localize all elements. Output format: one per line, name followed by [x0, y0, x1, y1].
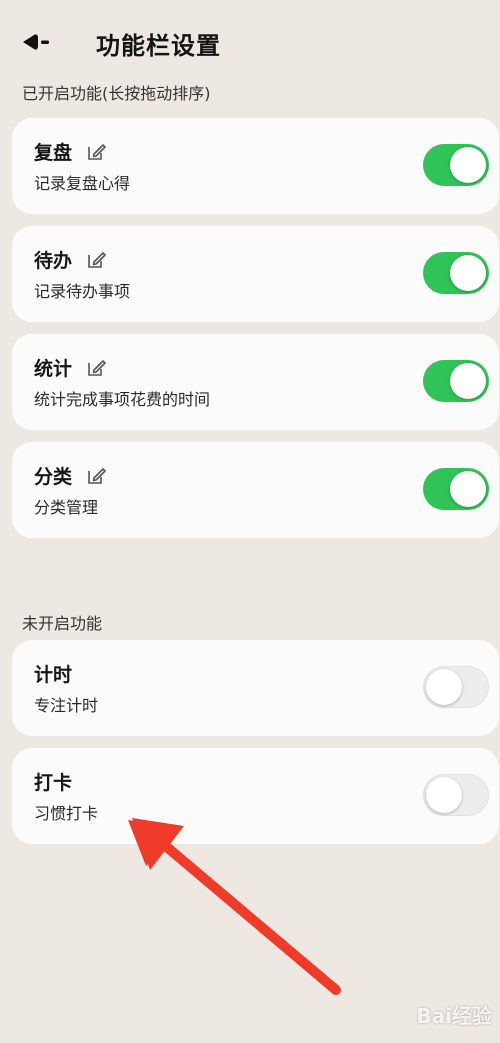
page-title: 功能栏设置 — [96, 32, 221, 60]
toggle-knob — [426, 669, 462, 705]
toggle-knob — [450, 471, 486, 507]
feature-title: 计时 — [34, 664, 73, 686]
back-button[interactable] — [14, 24, 58, 60]
toggle-switch[interactable] — [423, 252, 489, 294]
edit-icon[interactable] — [86, 250, 106, 270]
edit-icon[interactable] — [86, 466, 106, 486]
toggle-knob — [450, 255, 486, 291]
disabled-section-label: 未开启功能 — [22, 614, 103, 633]
feature-title: 统计 — [34, 358, 73, 380]
feature-desc: 记录待办事项 — [34, 282, 131, 301]
edit-icon[interactable] — [86, 142, 106, 162]
toggle-switch[interactable] — [423, 774, 489, 816]
feature-title: 分类 — [34, 466, 73, 488]
toggle-switch[interactable] — [423, 144, 489, 186]
feature-card-todo[interactable]: 待办 记录待办事项 — [12, 226, 499, 322]
toggle-switch[interactable] — [423, 666, 489, 708]
feature-title: 待办 — [34, 250, 73, 272]
toggle-knob — [426, 777, 462, 813]
edit-icon[interactable] — [86, 358, 106, 378]
feature-desc: 习惯打卡 — [34, 804, 99, 823]
feature-title: 打卡 — [34, 772, 73, 794]
feature-title: 复盘 — [34, 142, 73, 164]
back-arrow-icon — [23, 34, 49, 50]
feature-card-statistics[interactable]: 统计 统计完成事项花费的时间 — [12, 334, 499, 430]
toggle-knob — [450, 363, 486, 399]
toggle-knob — [450, 147, 486, 183]
feature-desc: 专注计时 — [34, 696, 99, 715]
enabled-section-label: 已开启功能(长按拖动排序) — [22, 84, 211, 103]
feature-card-checkin[interactable]: 打卡 习惯打卡 — [12, 748, 499, 844]
feature-card-review[interactable]: 复盘 记录复盘心得 — [12, 118, 499, 214]
header-bar: 功能栏设置 — [0, 0, 500, 84]
feature-card-category[interactable]: 分类 分类管理 — [12, 442, 499, 538]
feature-desc: 记录复盘心得 — [34, 174, 131, 193]
toggle-switch[interactable] — [423, 360, 489, 402]
feature-desc: 统计完成事项花费的时间 — [34, 390, 211, 409]
toggle-switch[interactable] — [423, 468, 489, 510]
feature-card-timer[interactable]: 计时 专注计时 — [12, 640, 499, 736]
watermark-logo: Bai经验 — [416, 1004, 492, 1028]
feature-desc: 分类管理 — [34, 498, 99, 517]
